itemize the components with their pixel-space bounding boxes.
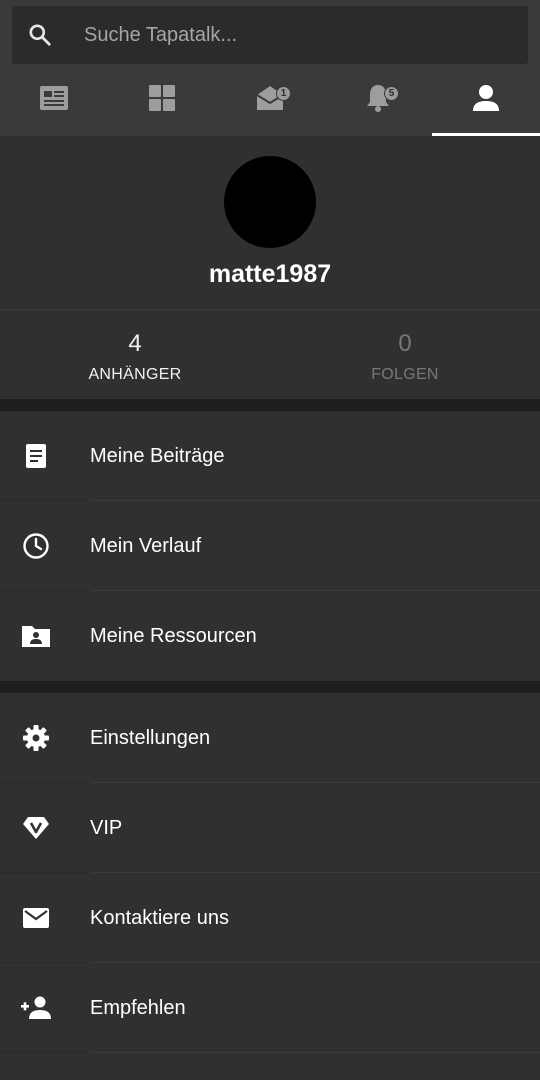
menu-label: Meine Beiträge [90, 444, 225, 467]
menu-label: VIP [90, 816, 123, 839]
menu-label: Einstellungen [90, 726, 211, 749]
divider [0, 1052, 90, 1053]
username: matte1987 [208, 260, 332, 288]
envelope-icon [0, 873, 72, 963]
grid-icon [148, 84, 176, 117]
messages-badge: 1 [276, 86, 291, 101]
tab-feed[interactable] [0, 64, 108, 136]
divider [90, 1052, 540, 1053]
menu-label: Kontaktiere uns [90, 906, 229, 929]
tab-messages[interactable]: 1 [216, 64, 324, 136]
menu-item-vip[interactable]: VIP [0, 783, 540, 873]
following-stat[interactable]: 0 FOLGEN [270, 310, 540, 400]
follow-stats: 4 ANHÄNGER 0 FOLGEN [0, 309, 540, 399]
gear-icon [0, 693, 72, 783]
person-icon [472, 84, 500, 117]
menu-item-resources[interactable]: Meine Ressourcen [0, 591, 540, 681]
notifications-badge: 5 [384, 86, 399, 101]
menu-item-history[interactable]: Mein Verlauf [0, 501, 540, 591]
tab-forums[interactable] [108, 64, 216, 136]
menu-item-settings[interactable]: Einstellungen [0, 693, 540, 783]
menu-label: Meine Ressourcen [90, 624, 257, 647]
menu-item-contact[interactable]: Kontaktiere uns [0, 873, 540, 963]
document-icon [0, 411, 72, 501]
menu-label: Empfehlen [90, 996, 186, 1019]
top-bar: Suche Tapatalk... 1 5 [0, 0, 540, 136]
section-divider [0, 681, 540, 693]
avatar[interactable] [224, 156, 316, 248]
following-count: 0 [398, 330, 412, 357]
feed-icon [39, 85, 69, 116]
search-bar[interactable]: Suche Tapatalk... [12, 6, 528, 64]
add-person-icon [0, 963, 72, 1053]
section-divider [0, 399, 540, 411]
profile-header: matte1987 [0, 136, 540, 309]
clock-icon [0, 501, 72, 591]
followers-stat[interactable]: 4 ANHÄNGER [0, 310, 270, 400]
followers-count: 4 [128, 330, 142, 357]
tab-notifications[interactable]: 5 [324, 64, 432, 136]
following-label: FOLGEN [371, 366, 439, 383]
tab-profile[interactable] [432, 64, 540, 136]
tab-bar: 1 5 [0, 64, 540, 136]
folder-person-icon [0, 591, 72, 681]
menu-label: Mein Verlauf [90, 534, 202, 557]
menu-item-my-posts[interactable]: Meine Beiträge [0, 411, 540, 501]
search-placeholder[interactable]: Suche Tapatalk... [84, 24, 237, 47]
search-icon[interactable] [12, 6, 68, 64]
menu-item-recommend[interactable]: Empfehlen [0, 963, 540, 1053]
followers-label: ANHÄNGER [88, 366, 182, 383]
vip-diamond-icon [0, 783, 72, 873]
